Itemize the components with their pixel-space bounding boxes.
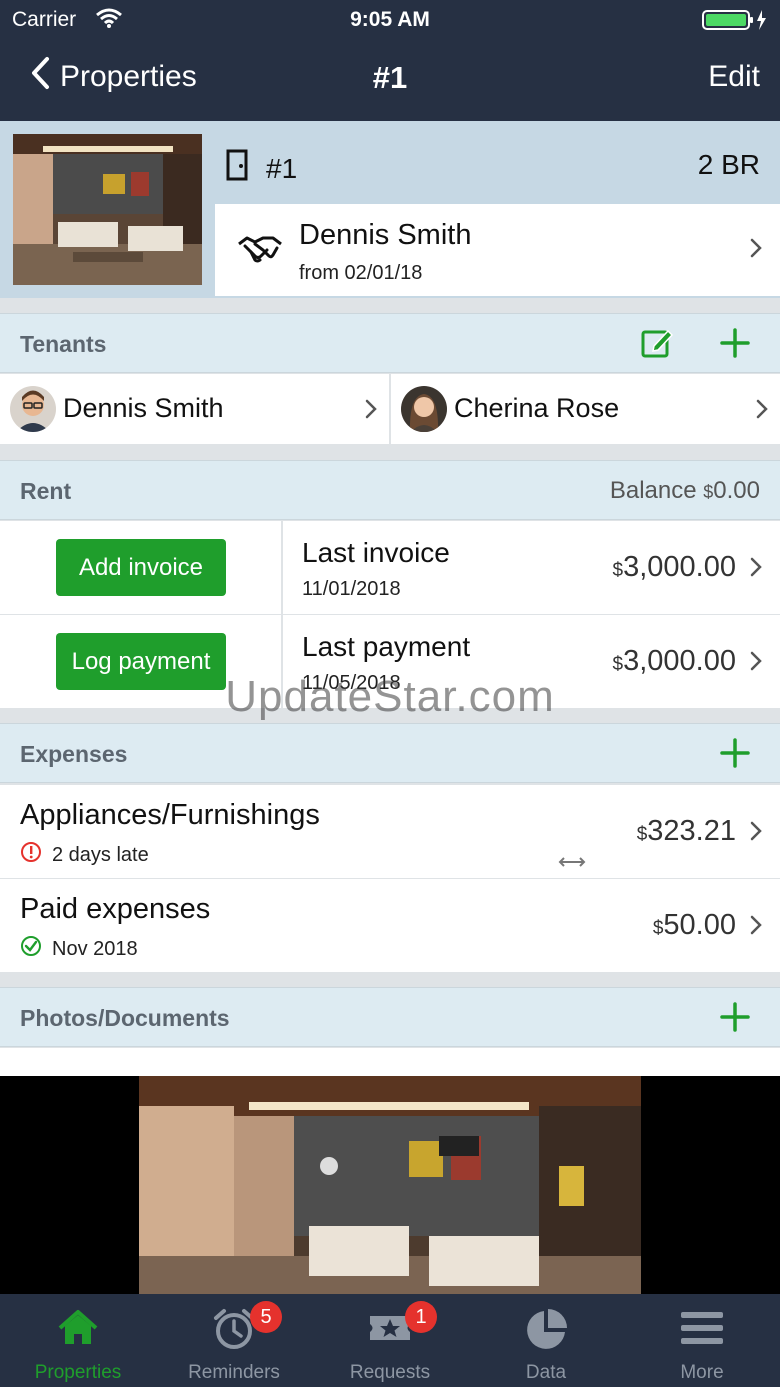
chevron-right-icon	[750, 238, 762, 263]
property-thumbnail[interactable]	[13, 134, 202, 285]
last-invoice-date: 11/01/2018	[302, 578, 401, 600]
tab-properties[interactable]: Properties	[0, 1294, 156, 1387]
pie-chart-icon	[468, 1308, 624, 1352]
balance-label: Balance $0.00	[610, 477, 760, 505]
chevron-right-icon	[365, 399, 377, 424]
last-invoice-row[interactable]: Last invoice 11/01/2018 $3,000.00	[283, 521, 780, 614]
edit-tenants-icon[interactable]	[640, 326, 674, 365]
unit-label: #1	[226, 149, 297, 188]
tab-data[interactable]: Data	[468, 1294, 624, 1387]
last-invoice-label: Last invoice	[302, 537, 450, 568]
bedrooms-label: 2 BR	[697, 149, 760, 180]
alert-icon	[20, 841, 42, 869]
expense-label: Paid expenses	[20, 893, 211, 925]
tab-reminders[interactable]: 5 Reminders	[156, 1294, 312, 1387]
last-invoice-amount: $3,000.00	[612, 551, 736, 583]
photo-gallery	[0, 1076, 780, 1294]
section-title: Tenants	[20, 331, 107, 357]
balance-currency: $	[703, 482, 714, 502]
battery-icon	[702, 9, 768, 37]
navigation-bar: Properties #1 Edit	[0, 48, 780, 108]
tenant-card[interactable]: Cherina Rose	[391, 374, 780, 444]
lease-tenant-name: Dennis Smith	[299, 219, 472, 251]
resize-arrow-icon	[558, 855, 586, 873]
avatar	[401, 386, 447, 432]
expense-status: 2 days late	[20, 841, 149, 869]
hamburger-menu-icon	[624, 1308, 780, 1348]
add-invoice-button[interactable]: Add invoice	[56, 539, 226, 596]
last-payment-label: Last payment	[302, 631, 471, 662]
chevron-right-icon	[750, 557, 762, 582]
tab-label: More	[680, 1362, 724, 1383]
edit-button[interactable]: Edit	[708, 60, 760, 94]
lease-start-date: from 02/01/18	[299, 262, 423, 284]
chevron-right-icon	[750, 821, 762, 846]
home-icon	[0, 1308, 156, 1348]
expense-amount: $50.00	[652, 909, 736, 941]
page-title: #1	[372, 60, 408, 95]
avatar	[10, 386, 56, 432]
tab-label: Reminders	[188, 1362, 280, 1383]
tenants-section-header: Tenants	[0, 313, 780, 373]
tab-requests[interactable]: 1 Requests	[312, 1294, 468, 1387]
unit-number: #1	[266, 152, 298, 184]
expense-label: Appliances/Furnishings	[20, 799, 320, 831]
property-header: #1 2 BR Dennis Smith from 02/01/18	[0, 121, 780, 298]
requests-badge: 1	[405, 1301, 437, 1333]
expense-row[interactable]: Appliances/Furnishings 2 days late $323.…	[0, 785, 780, 878]
reminders-badge: 5	[250, 1301, 282, 1333]
tab-label: Requests	[349, 1362, 431, 1383]
add-tenant-icon[interactable]	[720, 326, 750, 365]
expense-status-text: 2 days late	[52, 843, 149, 866]
expense-row[interactable]: Paid expenses Nov 2018 $50.00	[0, 879, 780, 972]
door-icon	[226, 149, 248, 188]
add-photo-icon[interactable]	[720, 1000, 750, 1039]
photos-section-header: Photos/Documents	[0, 987, 780, 1047]
expense-status-text: Nov 2018	[52, 937, 138, 960]
chevron-right-icon	[750, 915, 762, 940]
expense-status: Nov 2018	[20, 935, 138, 963]
section-title: Rent	[20, 478, 72, 504]
balance-value: 0.00	[713, 477, 760, 504]
add-expense-icon[interactable]	[720, 736, 750, 775]
balance-caption: Balance	[609, 477, 697, 504]
top-bar: Carrier 9:05 AM Properties #1 Edit	[0, 0, 780, 121]
property-photo[interactable]	[139, 1076, 641, 1294]
tab-label: Properties	[34, 1362, 122, 1383]
tab-more[interactable]: More	[624, 1294, 780, 1387]
clock: 9:05 AM	[350, 8, 430, 31]
tenant-name: Cherina Rose	[454, 393, 620, 423]
chevron-right-icon	[756, 399, 768, 424]
add-invoice-cell: Add invoice	[0, 521, 281, 614]
ticket-star-icon	[312, 1308, 468, 1348]
expenses-section-header: Expenses	[0, 723, 780, 783]
photos-spacer	[0, 1048, 780, 1076]
rent-section-header: Rent Balance $0.00	[0, 460, 780, 520]
tenant-name: Dennis Smith	[63, 393, 224, 423]
lease-row[interactable]: Dennis Smith from 02/01/18	[215, 204, 780, 296]
tenant-card[interactable]: Dennis Smith	[0, 374, 389, 444]
status-bar: Carrier 9:05 AM	[0, 0, 780, 40]
expense-amount: $323.21	[636, 815, 736, 847]
tab-label: Data	[525, 1362, 567, 1383]
section-title: Photos/Documents	[20, 1005, 230, 1031]
handshake-icon	[237, 234, 283, 269]
tab-bar: Properties 5 Reminders 1 Requests Data M…	[0, 1294, 780, 1387]
check-circle-icon	[20, 935, 42, 963]
alarm-clock-icon	[156, 1308, 312, 1350]
watermark: UpdateStar.com	[225, 672, 555, 721]
section-title: Expenses	[20, 741, 128, 767]
